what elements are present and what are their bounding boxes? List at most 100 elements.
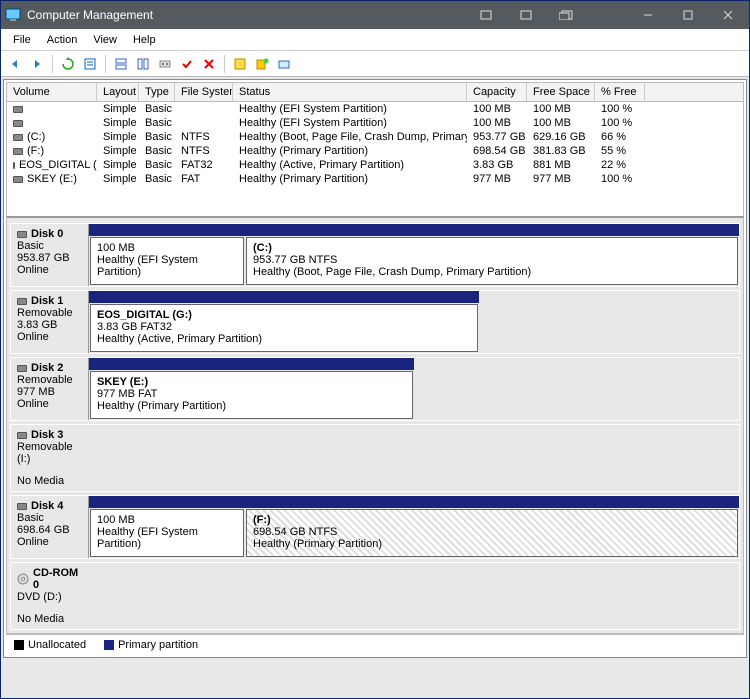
volume-row[interactable]: (F:)SimpleBasicNTFSHealthy (Primary Part… — [7, 144, 743, 158]
volume-name: SKEY (E:) — [27, 173, 77, 185]
partition-size: 977 MB FAT — [97, 388, 406, 400]
refresh-button[interactable] — [58, 54, 78, 74]
volume-pct: 66 % — [595, 130, 645, 144]
col-freespace[interactable]: Free Space — [527, 83, 595, 101]
partition-status: Healthy (Active, Primary Partition) — [97, 333, 471, 345]
volume-capacity: 977 MB — [467, 172, 527, 186]
volume-list-header: Volume Layout Type File System Status Ca… — [6, 82, 744, 102]
legend-unallocated: Unallocated — [14, 639, 86, 651]
partition[interactable]: 100 MB Healthy (EFI System Partition) — [90, 237, 244, 285]
partition-stripe — [245, 496, 739, 508]
partition[interactable]: (C:) 953.77 GB NTFS Healthy (Boot, Page … — [246, 237, 738, 285]
legend: Unallocated Primary partition — [6, 634, 744, 655]
partition-status: Healthy (Primary Partition) — [97, 400, 406, 412]
volume-layout: Simple — [97, 144, 139, 158]
aux-button-2[interactable] — [515, 5, 537, 25]
volume-name: EOS_DIGITAL (G:) — [19, 159, 97, 171]
disk-size: 698.64 GB — [17, 524, 82, 536]
col-filesystem[interactable]: File System — [175, 83, 233, 101]
volume-fs: NTFS — [175, 144, 233, 158]
disk-label: Disk 0 Basic 953.87 GB Online — [11, 224, 89, 286]
menu-file[interactable]: File — [5, 32, 39, 48]
col-layout[interactable]: Layout — [97, 83, 139, 101]
legend-primary: Primary partition — [104, 639, 198, 651]
check-button[interactable] — [177, 54, 197, 74]
disk-label: Disk 2 Removable 977 MB Online — [11, 358, 89, 420]
volume-type: Basic — [139, 144, 175, 158]
volume-row[interactable]: SKEY (E:)SimpleBasicFATHealthy (Primary … — [7, 172, 743, 186]
partition-size: 3.83 GB FAT32 — [97, 321, 471, 333]
volume-icon — [13, 134, 23, 141]
tool-button-a[interactable] — [252, 54, 272, 74]
col-pctfree[interactable]: % Free — [595, 83, 645, 101]
settings-button[interactable] — [155, 54, 175, 74]
disk-icon — [17, 432, 27, 439]
volume-free: 381.83 GB — [527, 144, 595, 158]
disk-block[interactable]: CD-ROM 0 DVD (D:) No Media — [10, 562, 740, 630]
col-capacity[interactable]: Capacity — [467, 83, 527, 101]
forward-button[interactable] — [27, 54, 47, 74]
minimize-button[interactable] — [637, 5, 659, 25]
disk-size: 3.83 GB — [17, 319, 82, 331]
volume-icon — [13, 120, 23, 127]
disk-icon — [17, 231, 27, 238]
tool-button-b[interactable] — [274, 54, 294, 74]
disk-block[interactable]: Disk 2 Removable 977 MB Online SKEY (E:)… — [10, 357, 740, 421]
back-button[interactable] — [5, 54, 25, 74]
volume-layout: Simple — [97, 172, 139, 186]
disk-type: Basic — [17, 240, 82, 252]
partition-stripe — [89, 358, 414, 370]
partition-status: Healthy (EFI System Partition) — [97, 526, 237, 550]
volume-icon — [13, 106, 23, 113]
volume-fs — [175, 102, 233, 116]
delete-button[interactable] — [199, 54, 219, 74]
volume-pct: 100 % — [595, 102, 645, 116]
volume-fs: FAT32 — [175, 158, 233, 172]
disk-block[interactable]: Disk 1 Removable 3.83 GB Online EOS_DIGI… — [10, 290, 740, 354]
disk-block[interactable]: Disk 0 Basic 953.87 GB Online 100 MB Hea… — [10, 223, 740, 287]
partition[interactable]: (F:) 698.54 GB NTFS Healthy (Primary Par… — [246, 509, 738, 557]
disk-state: No Media — [17, 475, 83, 487]
menu-view[interactable]: View — [85, 32, 125, 48]
disk-size: 977 MB — [17, 386, 82, 398]
disk-label: Disk 4 Basic 698.64 GB Online — [11, 496, 89, 558]
volume-layout: Simple — [97, 130, 139, 144]
volume-row[interactable]: SimpleBasicHealthy (EFI System Partition… — [7, 116, 743, 130]
col-type[interactable]: Type — [139, 83, 175, 101]
disk-name: Disk 3 — [31, 429, 63, 441]
maximize-button[interactable] — [677, 5, 699, 25]
disk-name: Disk 0 — [31, 228, 63, 240]
partition-status: Healthy (Boot, Page File, Crash Dump, Pr… — [253, 266, 731, 278]
partition[interactable]: SKEY (E:) 977 MB FAT Healthy (Primary Pa… — [90, 371, 413, 419]
partition[interactable]: 100 MB Healthy (EFI System Partition) — [90, 509, 244, 557]
disk-block[interactable]: Disk 4 Basic 698.64 GB Online 100 MB Hea… — [10, 495, 740, 559]
aux-button-3[interactable] — [555, 5, 577, 25]
close-button[interactable] — [717, 5, 739, 25]
partition-status: Healthy (Primary Partition) — [253, 538, 731, 550]
menu-action[interactable]: Action — [39, 32, 86, 48]
help-button[interactable] — [230, 54, 250, 74]
partition-stripe — [89, 496, 245, 508]
volume-row[interactable]: SimpleBasicHealthy (EFI System Partition… — [7, 102, 743, 116]
disk-block[interactable]: Disk 3 Removable (I:) No Media — [10, 424, 740, 492]
disk-name: Disk 1 — [31, 295, 63, 307]
properties-button[interactable] — [80, 54, 100, 74]
view-detail-button[interactable] — [133, 54, 153, 74]
volume-row[interactable]: (C:)SimpleBasicNTFSHealthy (Boot, Page F… — [7, 130, 743, 144]
col-volume[interactable]: Volume — [7, 83, 97, 101]
aux-button-1[interactable] — [475, 5, 497, 25]
disk-label: Disk 3 Removable (I:) No Media — [11, 425, 89, 491]
volume-row[interactable]: EOS_DIGITAL (G:)SimpleBasicFAT32Healthy … — [7, 158, 743, 172]
partition-size: 100 MB — [97, 242, 237, 254]
partition-status: Healthy (EFI System Partition) — [97, 254, 237, 278]
menu-help[interactable]: Help — [125, 32, 164, 48]
view-list-button[interactable] — [111, 54, 131, 74]
volume-status: Healthy (EFI System Partition) — [233, 116, 467, 130]
partition[interactable]: EOS_DIGITAL (G:) 3.83 GB FAT32 Healthy (… — [90, 304, 478, 352]
disk-type: Removable — [17, 374, 82, 386]
app-icon — [5, 7, 21, 23]
disk-name: Disk 2 — [31, 362, 63, 374]
disk-graphical-pane: Disk 0 Basic 953.87 GB Online 100 MB Hea… — [6, 216, 744, 634]
disk-icon — [17, 503, 27, 510]
col-status[interactable]: Status — [233, 83, 467, 101]
